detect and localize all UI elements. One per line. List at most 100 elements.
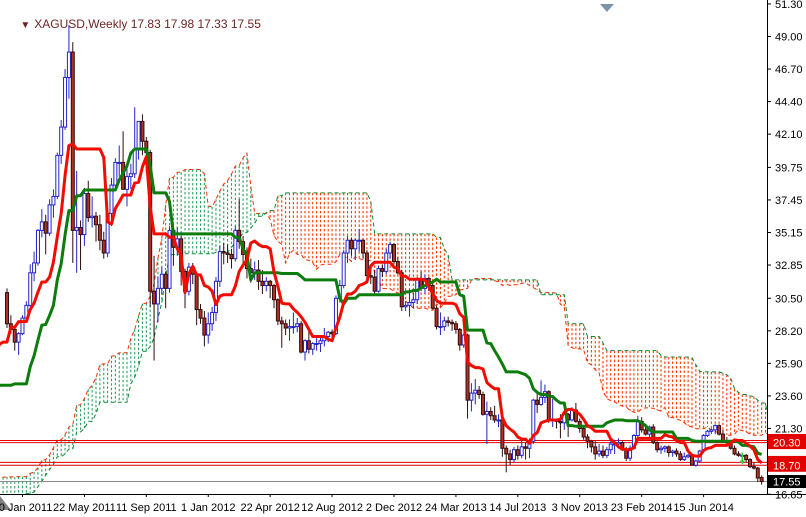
candle-body xyxy=(306,340,311,350)
candle-body xyxy=(268,280,273,287)
x-tick-label: 12 Aug 2012 xyxy=(301,502,363,514)
y-tick-label: 32.85 xyxy=(775,260,803,272)
candle-body xyxy=(662,446,667,449)
candle-body xyxy=(438,326,443,329)
candle-body xyxy=(411,299,416,304)
candle-body xyxy=(341,252,346,287)
candle-body xyxy=(210,311,215,325)
candle-body xyxy=(314,343,319,346)
candle-body xyxy=(302,340,307,353)
candle-body xyxy=(167,229,172,289)
candle-body xyxy=(74,227,79,231)
candle-body xyxy=(705,430,710,437)
candle-body xyxy=(260,280,265,287)
candle-body xyxy=(155,287,160,305)
candle-body xyxy=(392,244,396,262)
y-tick-label: 35.15 xyxy=(775,227,803,239)
candle-body xyxy=(82,193,87,236)
candle-body xyxy=(666,446,671,454)
price-tags: 20.4520.3018.9018.7017.55 xyxy=(768,433,806,489)
quote-low: 17.33 xyxy=(197,17,228,31)
candle-body xyxy=(78,227,83,236)
candle-body xyxy=(32,262,37,274)
candle-body xyxy=(39,221,44,231)
candle-body xyxy=(450,321,455,325)
candle-body xyxy=(101,239,106,254)
y-tick-label: 23.60 xyxy=(775,391,803,403)
svg-text:18.70: 18.70 xyxy=(773,460,801,472)
candle-body xyxy=(202,317,207,336)
candle-body xyxy=(399,272,404,308)
candle-body xyxy=(59,126,64,156)
candle-body xyxy=(678,453,683,461)
candle-body xyxy=(86,193,91,219)
candle-body xyxy=(63,77,68,128)
candle-body xyxy=(225,252,230,255)
candle-body xyxy=(94,215,99,226)
candle-body xyxy=(492,415,497,421)
x-tick-label: 22 May 2011 xyxy=(53,502,116,514)
candle-body xyxy=(535,399,540,405)
horizontal-lines xyxy=(0,439,767,483)
candle-body xyxy=(748,459,753,468)
candle-body xyxy=(670,450,675,454)
chart-shift-triangle xyxy=(600,4,614,12)
x-tick-label: 24 Mar 2013 xyxy=(425,502,487,514)
candle-body xyxy=(291,326,296,329)
candle-body xyxy=(488,410,493,417)
candle-body xyxy=(345,239,350,254)
candle-body xyxy=(28,272,33,306)
quote-high: 17.98 xyxy=(164,17,195,31)
y-tick-label: 44.40 xyxy=(775,97,803,109)
candle-body xyxy=(589,440,594,448)
candle-body xyxy=(496,419,501,422)
y-tick-label: 51.30 xyxy=(775,0,803,11)
y-tick-label: 46.70 xyxy=(775,64,803,76)
y-tick-label: 16.65 xyxy=(775,489,803,501)
quote-header[interactable]: ▼ XAGUSD,Weekly 17.83 17.98 17.33 17.55 xyxy=(7,3,261,45)
candle-body xyxy=(272,285,277,301)
x-tick-label: 3 Nov 2013 xyxy=(552,502,608,514)
candle-body xyxy=(686,454,691,458)
candle-body xyxy=(326,331,331,337)
candle-body xyxy=(508,453,513,461)
symbol-timeframe-label: XAGUSD,Weekly xyxy=(34,17,128,31)
candle-body xyxy=(283,323,288,329)
candle-body xyxy=(469,392,474,401)
price-tag: 17.55 xyxy=(768,475,806,489)
candle-body xyxy=(380,268,385,272)
symbol-dropdown-icon[interactable]: ▼ xyxy=(20,20,30,31)
candle-body xyxy=(229,253,234,260)
candle-body xyxy=(736,453,741,456)
y-tick-label: 37.45 xyxy=(775,195,803,207)
candle-body xyxy=(159,273,164,289)
y-tick-label: 39.75 xyxy=(775,162,803,174)
candle-body xyxy=(113,161,118,186)
senkou-span-a xyxy=(0,152,767,478)
candle-body xyxy=(693,460,698,466)
candle-body xyxy=(12,328,17,343)
candle-body xyxy=(442,320,447,328)
candle-body xyxy=(403,304,408,308)
candle-body xyxy=(717,425,722,435)
candle-body xyxy=(659,447,664,451)
candle-body xyxy=(581,427,586,438)
candle-body xyxy=(515,449,520,456)
candle-body xyxy=(5,292,9,325)
y-tick-label: 28.20 xyxy=(775,326,803,338)
price-chart-canvas[interactable]: 51.30 49.00 46.70 44.40 42.10 39.75 37.45 35.15… xyxy=(0,0,806,517)
candle-body xyxy=(751,466,756,469)
candle-body xyxy=(511,449,516,461)
candle-body xyxy=(55,154,60,197)
candle-body xyxy=(97,224,102,241)
candle-body xyxy=(713,425,718,431)
candle-body xyxy=(295,323,300,328)
candle-body xyxy=(388,244,393,254)
candle-body xyxy=(453,323,458,330)
x-tick-label: 22 Apr 2012 xyxy=(240,502,299,514)
y-tick-label: 42.10 xyxy=(775,129,803,141)
mt4-chart-window: 51.30 49.00 46.70 44.40 42.10 39.75 37.45 35.15… xyxy=(0,0,806,517)
x-tick-label: 23 Feb 2014 xyxy=(611,502,673,514)
quote-close: 17.55 xyxy=(230,17,261,31)
x-tick-label: 30 Jan 2011 xyxy=(0,502,52,514)
